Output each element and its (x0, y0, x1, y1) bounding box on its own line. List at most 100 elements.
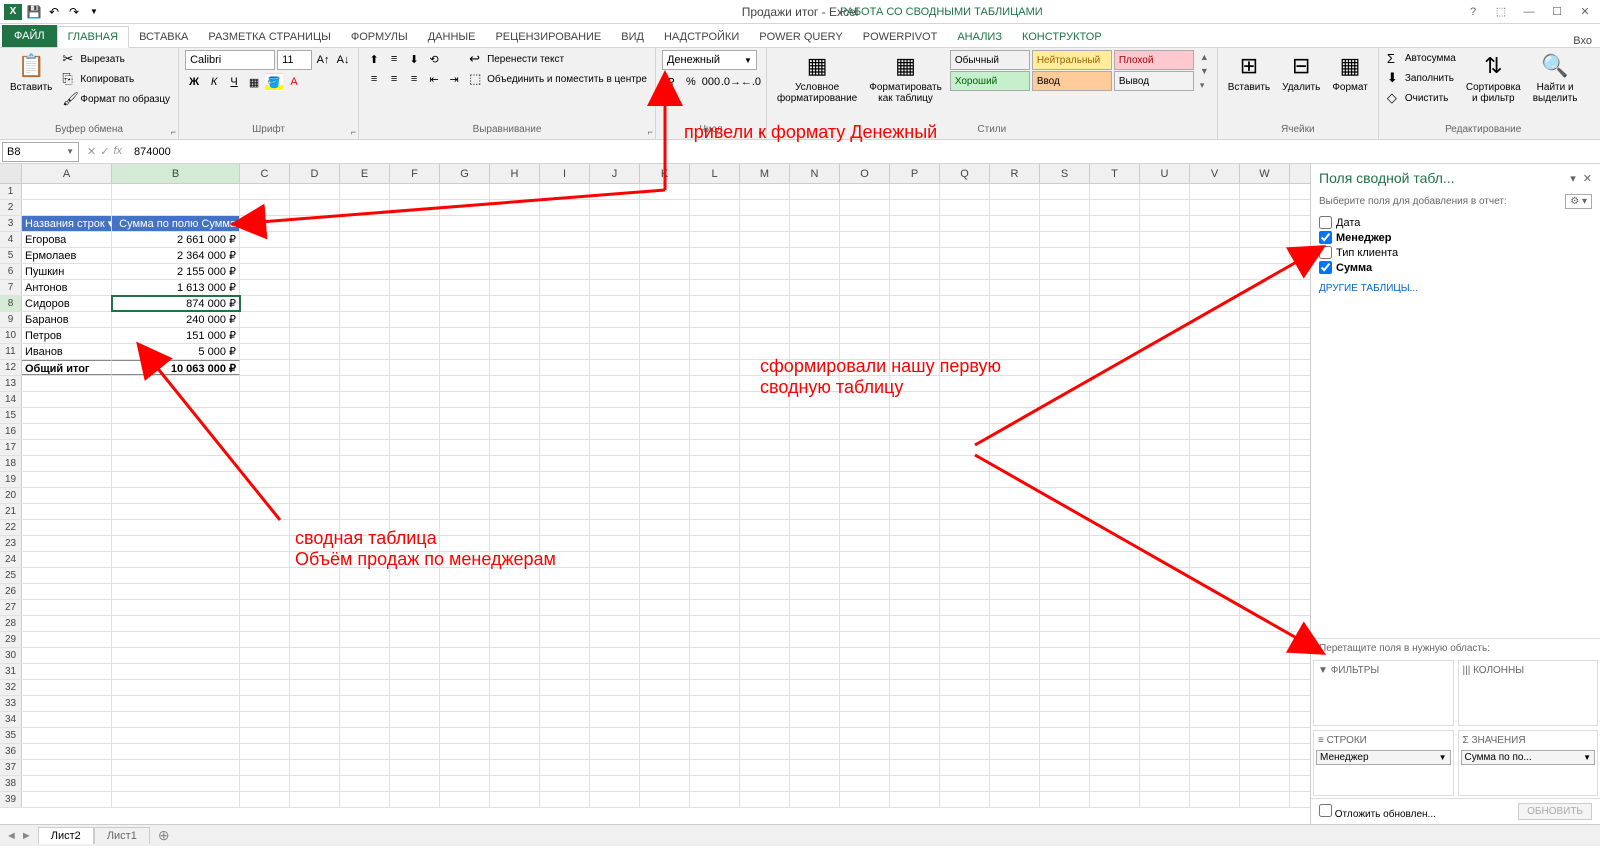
row-header[interactable]: 18 (0, 456, 22, 471)
cell[interactable] (940, 536, 990, 551)
cell[interactable] (640, 648, 690, 663)
cell[interactable] (640, 696, 690, 711)
cell[interactable] (1090, 392, 1140, 407)
clipboard-launcher-icon[interactable]: ⌐ (171, 127, 176, 137)
cell[interactable] (940, 696, 990, 711)
cell[interactable] (1190, 472, 1240, 487)
cell[interactable] (490, 184, 540, 199)
cell[interactable] (1140, 200, 1190, 215)
cell[interactable] (990, 520, 1040, 535)
cell[interactable] (540, 600, 590, 615)
cell[interactable] (490, 728, 540, 743)
cell[interactable] (22, 744, 112, 759)
cell[interactable] (790, 744, 840, 759)
tab-analyze[interactable]: АНАЛИЗ (947, 27, 1012, 47)
cell[interactable] (540, 584, 590, 599)
cell[interactable] (22, 648, 112, 663)
cell[interactable] (890, 488, 940, 503)
cell[interactable] (540, 440, 590, 455)
tab-formulas[interactable]: ФОРМУЛЫ (341, 27, 418, 47)
cell[interactable] (690, 792, 740, 807)
cell[interactable] (1040, 680, 1090, 695)
tab-home[interactable]: ГЛАВНАЯ (57, 26, 129, 48)
cell[interactable] (990, 200, 1040, 215)
cell[interactable] (890, 184, 940, 199)
cell[interactable] (1090, 536, 1140, 551)
cell[interactable] (390, 712, 440, 727)
cell[interactable] (1190, 264, 1240, 279)
col-header-V[interactable]: V (1190, 164, 1240, 183)
cell[interactable] (290, 472, 340, 487)
cell[interactable]: Егорова (22, 232, 112, 247)
row-header[interactable]: 23 (0, 536, 22, 551)
cell[interactable] (340, 328, 390, 343)
cell[interactable] (1040, 216, 1090, 231)
cell[interactable] (1090, 312, 1140, 327)
cell[interactable] (590, 408, 640, 423)
cell[interactable] (990, 648, 1040, 663)
cell[interactable] (540, 568, 590, 583)
underline-button[interactable]: Ч (225, 73, 243, 91)
row-header[interactable]: 30 (0, 648, 22, 663)
cell[interactable] (440, 664, 490, 679)
cell[interactable] (340, 552, 390, 567)
font-launcher-icon[interactable]: ⌐ (351, 127, 356, 137)
cell[interactable] (1140, 536, 1190, 551)
cell[interactable] (1040, 664, 1090, 679)
cell[interactable] (112, 552, 240, 567)
cell[interactable] (690, 376, 740, 391)
cell[interactable] (590, 552, 640, 567)
cell[interactable] (1090, 648, 1140, 663)
cell[interactable] (1090, 200, 1140, 215)
cell[interactable] (840, 344, 890, 359)
cell[interactable] (1190, 680, 1240, 695)
cell[interactable] (690, 712, 740, 727)
cell[interactable] (390, 760, 440, 775)
cell[interactable] (1140, 392, 1190, 407)
cell[interactable] (22, 440, 112, 455)
cell[interactable] (290, 360, 340, 375)
maximize-icon[interactable]: ☐ (1546, 4, 1568, 20)
cell[interactable] (340, 648, 390, 663)
cell[interactable] (690, 632, 740, 647)
qat-more-icon[interactable]: ▼ (86, 4, 102, 20)
cell[interactable] (340, 472, 390, 487)
cell[interactable] (1240, 792, 1290, 807)
cell[interactable] (790, 376, 840, 391)
cell[interactable] (940, 248, 990, 263)
row-header[interactable]: 25 (0, 568, 22, 583)
cell[interactable] (240, 712, 290, 727)
cell[interactable] (640, 536, 690, 551)
cell[interactable] (340, 408, 390, 423)
cell[interactable] (1140, 504, 1190, 519)
cell[interactable] (1190, 392, 1240, 407)
cell[interactable] (640, 664, 690, 679)
cell[interactable] (690, 280, 740, 295)
cell[interactable] (1240, 184, 1290, 199)
cell[interactable] (940, 648, 990, 663)
cell[interactable] (290, 680, 340, 695)
row-header[interactable]: 34 (0, 712, 22, 727)
cell[interactable] (1190, 440, 1240, 455)
cell[interactable] (890, 616, 940, 631)
cell[interactable] (940, 424, 990, 439)
style-output[interactable]: Вывод (1114, 71, 1194, 91)
cell[interactable]: 151 000 ₽ (112, 328, 240, 343)
cell[interactable] (1190, 504, 1240, 519)
cell[interactable] (390, 312, 440, 327)
cell[interactable] (890, 408, 940, 423)
cell[interactable] (390, 536, 440, 551)
cell[interactable] (790, 200, 840, 215)
find-select-button[interactable]: 🔍Найти и выделить (1529, 50, 1582, 106)
cell[interactable] (840, 792, 890, 807)
cell[interactable] (640, 792, 690, 807)
cell[interactable] (340, 792, 390, 807)
cell[interactable] (490, 600, 540, 615)
cell[interactable] (22, 584, 112, 599)
cell[interactable] (340, 456, 390, 471)
cell[interactable] (590, 360, 640, 375)
cell[interactable] (1090, 344, 1140, 359)
cell[interactable] (890, 296, 940, 311)
cell[interactable] (590, 696, 640, 711)
cell[interactable] (990, 296, 1040, 311)
